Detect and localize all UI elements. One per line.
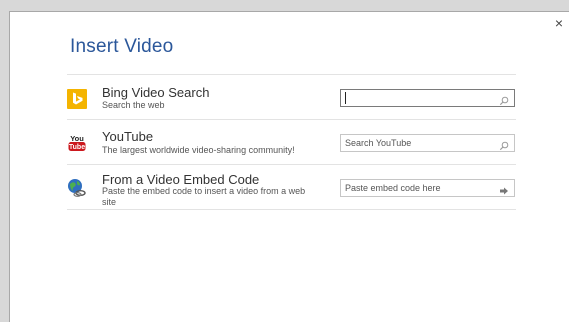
arrow-right-icon[interactable] — [499, 183, 509, 195]
source-row-embed-code: From a Video Embed Code Paste the embed … — [67, 164, 516, 210]
bing-icon — [67, 89, 87, 109]
youtube-search-input[interactable] — [341, 135, 495, 151]
bing-search-input[interactable] — [341, 90, 495, 106]
source-row-bing: Bing Video Search Search the web — [67, 74, 516, 119]
bing-search-field[interactable] — [340, 89, 515, 107]
source-description: Paste the embed code to insert a video f… — [102, 186, 306, 207]
svg-text:Tube: Tube — [69, 144, 85, 151]
search-icon[interactable] — [499, 138, 509, 151]
youtube-search-field[interactable] — [340, 134, 515, 152]
source-name: Bing Video Search — [102, 85, 210, 100]
source-name: YouTube — [102, 129, 154, 144]
text-caret — [345, 92, 346, 104]
embed-code-field[interactable] — [340, 179, 515, 197]
embed-code-input[interactable] — [341, 180, 495, 196]
svg-text:You: You — [70, 134, 84, 143]
source-name: From a Video Embed Code — [102, 172, 260, 187]
youtube-icon: You Tube — [67, 133, 87, 153]
source-description: The largest worldwide video-sharing comm… — [102, 145, 295, 155]
source-row-youtube: You Tube YouTube The largest worldwide v… — [67, 119, 516, 164]
dialog-title: Insert Video — [70, 36, 174, 57]
search-icon[interactable] — [499, 93, 509, 106]
close-button[interactable]: × — [553, 16, 565, 30]
insert-video-dialog: × Insert Video Bing Video Search Search … — [9, 11, 569, 322]
source-description: Search the web — [102, 100, 165, 110]
globe-link-icon — [67, 178, 87, 198]
